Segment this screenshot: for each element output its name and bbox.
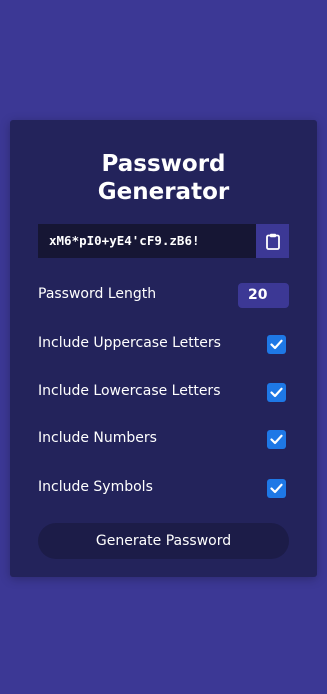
clipboard-icon: [265, 233, 280, 250]
password-result: xM6*pI0+yE4'cF9.zB6!: [38, 224, 289, 258]
password-length-input[interactable]: 20: [238, 283, 289, 308]
checkmark-icon: [270, 339, 283, 350]
page-title: Password Generator: [10, 150, 317, 206]
numbers-checkbox[interactable]: [267, 430, 286, 449]
checkmark-icon: [270, 434, 283, 445]
generate-password-button[interactable]: Generate Password: [38, 523, 289, 559]
checkmark-icon: [270, 483, 283, 494]
password-generator-card: Password Generator xM6*pI0+yE4'cF9.zB6! …: [10, 120, 317, 577]
uppercase-checkbox[interactable]: [267, 335, 286, 354]
title-line-2: Generator: [97, 179, 230, 205]
password-output: xM6*pI0+yE4'cF9.zB6!: [49, 233, 200, 248]
title-line-1: Password: [101, 151, 226, 177]
lowercase-label: Include Lowercase Letters: [38, 383, 221, 399]
numbers-label: Include Numbers: [38, 430, 157, 446]
symbols-label: Include Symbols: [38, 479, 153, 495]
symbols-checkbox[interactable]: [267, 479, 286, 498]
password-length-label: Password Length: [38, 286, 157, 302]
copy-to-clipboard-button[interactable]: [256, 224, 289, 258]
lowercase-checkbox[interactable]: [267, 383, 286, 402]
uppercase-label: Include Uppercase Letters: [38, 335, 221, 351]
checkmark-icon: [270, 387, 283, 398]
